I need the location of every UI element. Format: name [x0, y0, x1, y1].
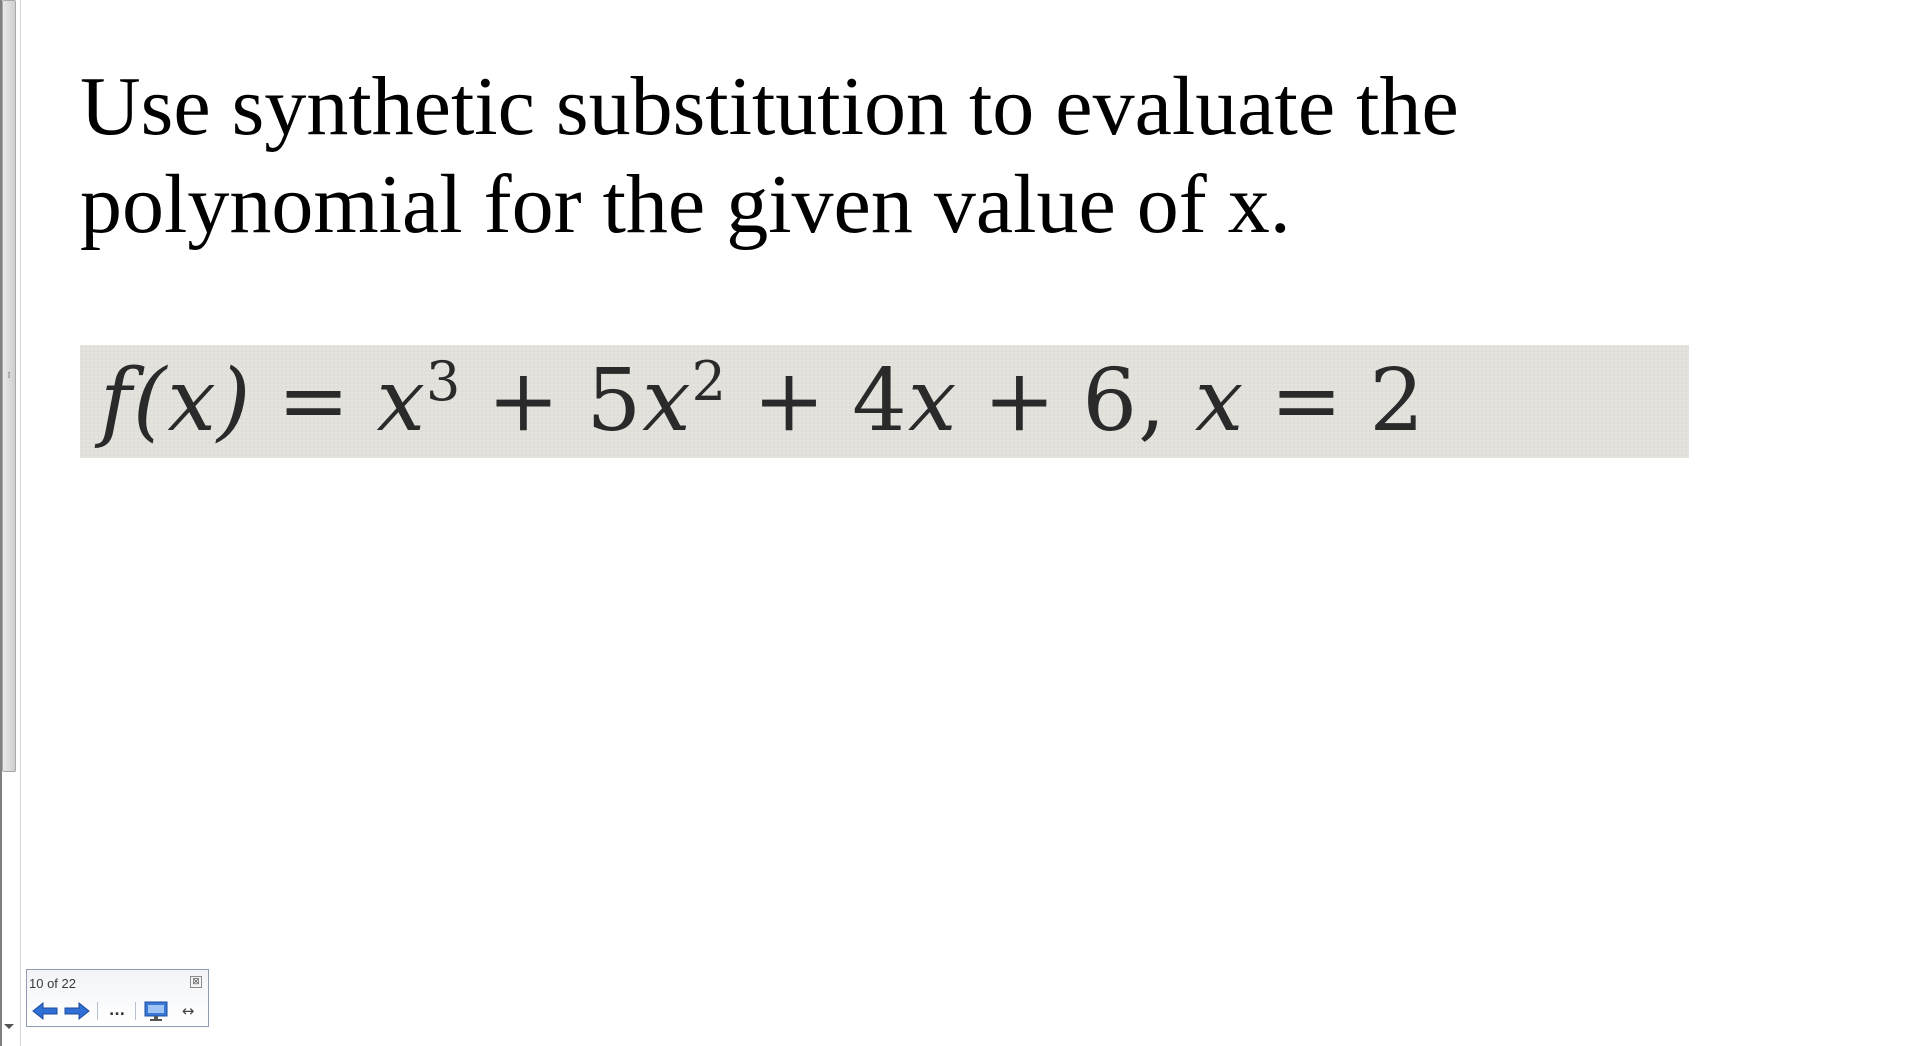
plus-sign: +	[753, 351, 827, 451]
constant-term: 6,	[1082, 351, 1167, 451]
term3-coefficient: 4	[852, 351, 908, 451]
arrow-left-icon[interactable]	[31, 1000, 59, 1022]
slide-navigator: 10 of 22 ⊠ ... ↔	[26, 969, 209, 1027]
variable-x: x	[1194, 351, 1245, 451]
term2-coefficient: 5	[586, 351, 643, 451]
x-value: 2	[1369, 351, 1426, 451]
close-icon[interactable]: ⊠	[190, 976, 202, 988]
slide-position: 10 of 22	[29, 976, 76, 991]
term1-base: x	[376, 351, 427, 451]
arrow-right-icon[interactable]	[63, 1000, 91, 1022]
slide-title: Use synthetic substitution to evaluate t…	[80, 60, 1459, 251]
equals-sign: =	[1270, 351, 1344, 451]
term1-exponent: 3	[426, 350, 462, 413]
grip-icon[interactable]: ⁞	[4, 372, 14, 381]
equals-sign: =	[277, 351, 351, 451]
plus-sign: +	[487, 351, 561, 451]
slide-sorter-rail[interactable]: ⁞	[0, 0, 21, 1046]
screen-icon[interactable]	[142, 1000, 170, 1022]
function-label: f(x)	[100, 351, 252, 451]
separator	[97, 1002, 98, 1020]
slide-viewer: ⁞ Use synthetic substitution to evaluate…	[0, 0, 1920, 1046]
separator	[135, 1002, 136, 1020]
term2-base: x	[642, 351, 692, 451]
equation-image: f(x) = x3 +5x2 +4x +6, x = 2	[80, 345, 1689, 458]
more-icon[interactable]: ...	[105, 1000, 129, 1022]
plus-sign: +	[983, 351, 1057, 451]
term2-exponent: 2	[691, 350, 728, 413]
scroll-down-icon[interactable]	[4, 1024, 14, 1029]
polynomial-equation: f(x) = x3 +5x2 +4x +6, x = 2	[100, 345, 1425, 458]
term3-base: x	[907, 351, 958, 451]
rail-scrollbar[interactable]	[2, 0, 16, 772]
resize-icon[interactable]: ↔	[177, 1000, 199, 1022]
